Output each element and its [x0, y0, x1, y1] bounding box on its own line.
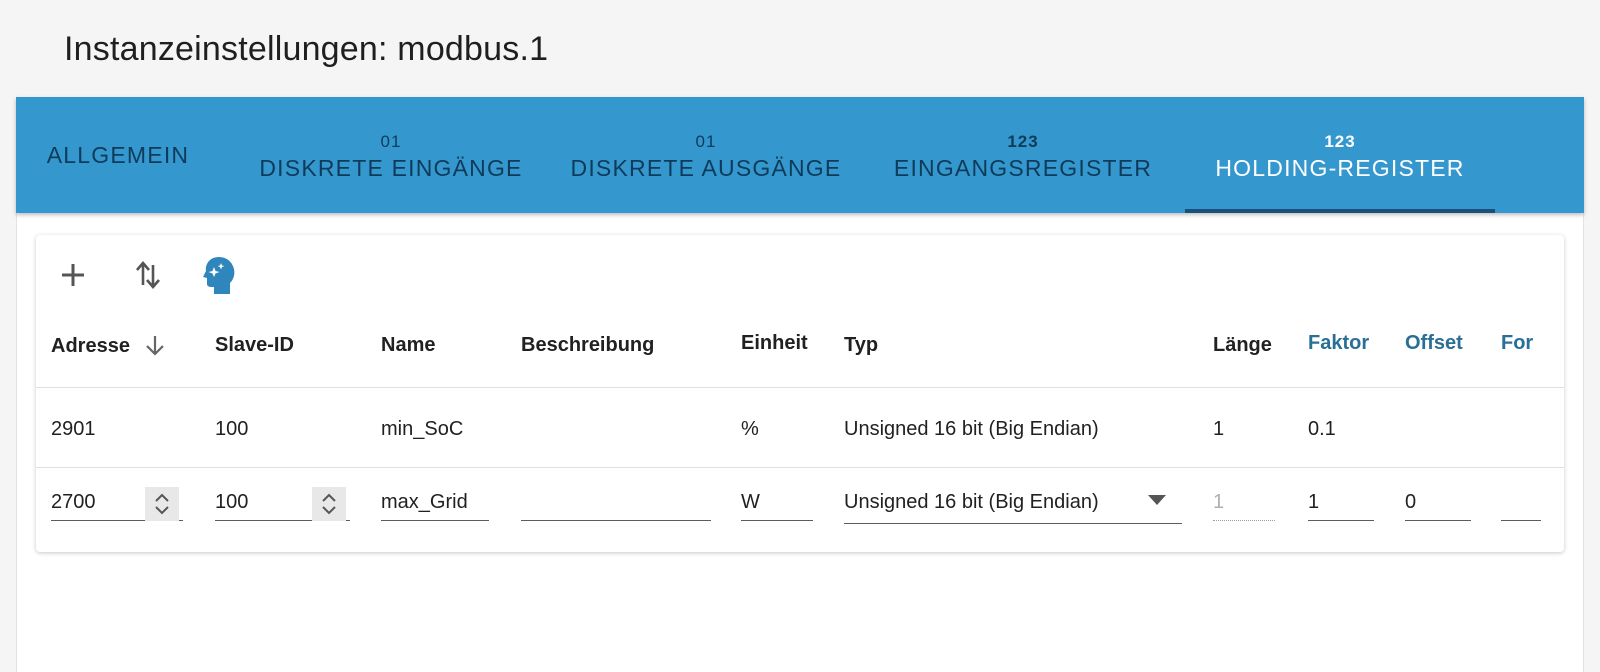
row-divider — [36, 467, 1564, 468]
faktor-input[interactable]: 1 — [1308, 487, 1374, 521]
cell-slave-id: 100 — [215, 418, 249, 440]
header-divider — [36, 387, 1564, 388]
cell-einheit: % — [741, 418, 759, 440]
plus-icon — [62, 264, 84, 286]
cell-typ: Unsigned 16 bit (Big Endian) — [844, 418, 1099, 440]
column-header-name[interactable]: Name — [381, 334, 435, 357]
tab-bar: ALLGEMEIN 01 DISKRETE EINGÄNGE 01 DISKRE… — [16, 97, 1584, 213]
column-header-typ[interactable]: Typ — [844, 334, 878, 357]
einheit-input[interactable]: W — [741, 487, 813, 521]
laenge-input: 1 — [1213, 487, 1275, 521]
slave-id-input[interactable]: 100 — [215, 487, 350, 521]
sort-button[interactable] — [126, 253, 170, 297]
cell-adresse: 2901 — [51, 418, 96, 440]
tab-diskrete-eingaenge[interactable]: 01 DISKRETE EINGÄNGE — [246, 97, 536, 213]
column-header-laenge[interactable]: Länge — [1213, 334, 1272, 357]
sort-arrows-icon — [136, 261, 160, 289]
add-button[interactable] — [51, 253, 95, 297]
tab-eingangsregister[interactable]: 123 EINGANGSREGISTER — [878, 97, 1168, 213]
tab-label: DISKRETE AUSGÄNGE — [570, 154, 842, 181]
numeric-icon: 123 — [1007, 131, 1039, 151]
binary-icon: 01 — [695, 131, 717, 151]
format-input[interactable] — [1501, 487, 1541, 521]
column-header-adresse[interactable]: Adresse — [51, 334, 166, 358]
page-title: Instanzeinstellungen: modbus.1 — [64, 30, 549, 68]
column-header-slave-id[interactable]: Slave-ID — [215, 334, 294, 357]
active-tab-indicator — [1185, 209, 1495, 213]
adresse-input[interactable]: 2700 — [51, 487, 183, 521]
ai-head-icon — [203, 257, 235, 294]
dropdown-arrow-icon — [1148, 495, 1166, 505]
name-input[interactable]: max_Grid — [381, 487, 489, 521]
slave-id-stepper[interactable] — [312, 487, 346, 521]
numeric-icon: 123 — [1324, 131, 1356, 151]
cell-name: min_SoC — [381, 418, 464, 440]
title-bar: Instanzeinstellungen: modbus.1 — [16, 0, 1584, 97]
cell-laenge: 1 — [1213, 418, 1225, 440]
column-header-format[interactable]: For — [1501, 332, 1533, 355]
tab-diskrete-ausgaenge[interactable]: 01 DISKRETE AUSGÄNGE — [561, 97, 851, 213]
tab-allgemein[interactable]: ALLGEMEIN — [36, 97, 200, 213]
column-header-beschreibung[interactable]: Beschreibung — [521, 334, 654, 357]
binary-icon: 01 — [380, 131, 402, 151]
chevron-up-down-icon — [322, 493, 336, 515]
column-header-offset[interactable]: Offset — [1405, 332, 1463, 355]
registers-card: Adresse Slave-ID Name Beschreibung Einhe… — [36, 235, 1564, 552]
tab-label: DISKRETE EINGÄNGE — [259, 154, 523, 181]
adresse-stepper[interactable] — [145, 487, 179, 521]
ai-assist-button[interactable] — [197, 253, 241, 297]
tab-label: HOLDING-REGISTER — [1215, 154, 1465, 181]
column-header-einheit[interactable]: Einheit — [741, 332, 808, 355]
tab-holding-register[interactable]: 123 HOLDING-REGISTER — [1185, 97, 1495, 213]
typ-select[interactable]: Unsigned 16 bit (Big Endian) — [844, 487, 1182, 524]
beschreibung-input[interactable] — [521, 487, 711, 521]
arrow-down-icon — [145, 336, 164, 356]
tab-label: EINGANGSREGISTER — [893, 154, 1153, 181]
tab-label: ALLGEMEIN — [46, 141, 190, 168]
cell-faktor: 0.1 — [1308, 418, 1336, 440]
chevron-up-down-icon — [155, 493, 169, 515]
column-header-faktor[interactable]: Faktor — [1308, 332, 1369, 355]
offset-input[interactable]: 0 — [1405, 487, 1471, 521]
